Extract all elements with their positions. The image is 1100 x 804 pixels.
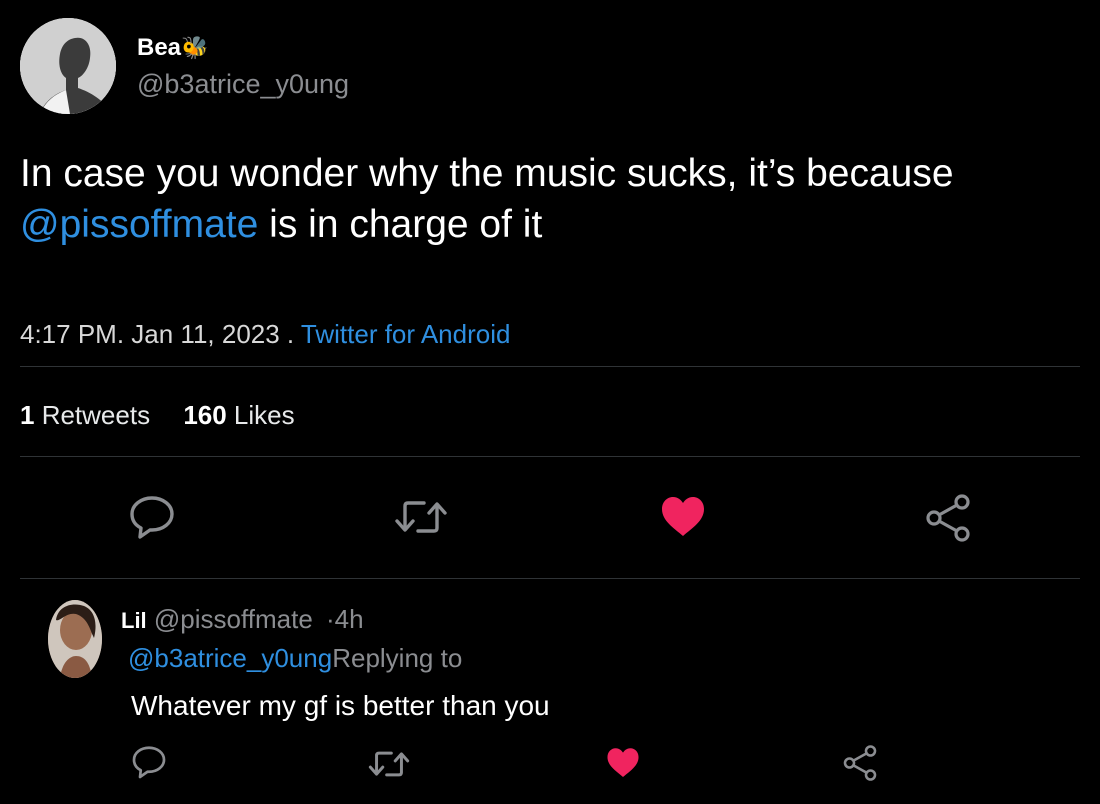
tweet-stats: 1 Retweets 160 Likes bbox=[20, 400, 295, 430]
reply-text: Whatever my gf is better than you bbox=[131, 690, 550, 721]
likes-count: 160 bbox=[183, 400, 227, 430]
author-name[interactable]: Bea bbox=[137, 34, 181, 61]
author-avatar[interactable] bbox=[20, 18, 116, 114]
tweet-text-part1: In case you wonder why the music sucks, … bbox=[20, 152, 954, 195]
heart-icon bbox=[607, 748, 639, 778]
tweet-text-part2: is in charge of it bbox=[258, 203, 543, 246]
tweet-source-link[interactable]: Twitter for Android bbox=[301, 319, 511, 349]
tweet-date[interactable]: . Jan 11, 2023 . bbox=[117, 319, 301, 349]
retweets-count: 1 bbox=[20, 400, 35, 430]
retweet-button[interactable] bbox=[394, 499, 448, 535]
divider-top bbox=[20, 366, 1080, 367]
retweets-stat[interactable]: 1 Retweets bbox=[20, 400, 150, 430]
retweet-arrows-icon bbox=[368, 751, 410, 777]
share-button[interactable] bbox=[924, 493, 972, 543]
likes-label: Likes bbox=[226, 400, 295, 430]
reply-avatar-image bbox=[48, 600, 102, 678]
like-button[interactable] bbox=[660, 496, 706, 538]
bee-emoji: 🐝 bbox=[181, 35, 209, 60]
reply-author-handle[interactable]: @pissoffmate bbox=[154, 604, 313, 634]
share-nodes-icon bbox=[843, 745, 877, 781]
divider-middle bbox=[20, 456, 1080, 457]
reply-header: Lil @pissoffmate ·4h bbox=[121, 604, 364, 636]
reply-like-button[interactable] bbox=[606, 747, 640, 779]
replying-to-handle[interactable]: @b3atrice_y0ung bbox=[128, 643, 332, 673]
retweet-arrows-icon bbox=[395, 501, 447, 533]
likes-stat[interactable]: 160 Likes bbox=[183, 400, 294, 430]
reply-button[interactable] bbox=[128, 494, 176, 540]
reply-retweet-button[interactable] bbox=[368, 750, 410, 778]
reply-author-avatar[interactable] bbox=[48, 600, 102, 678]
share-nodes-icon bbox=[926, 494, 970, 542]
divider-bottom bbox=[20, 578, 1080, 579]
speech-bubble-icon bbox=[130, 496, 174, 539]
retweets-label: Retweets bbox=[34, 400, 151, 430]
replying-to-label: Replying to bbox=[332, 643, 463, 673]
author-name-row[interactable]: Bea🐝 bbox=[137, 34, 208, 62]
reply-replying-to: @b3atrice_y0ungReplying to bbox=[128, 643, 462, 673]
reply-age: ·4h bbox=[326, 604, 364, 634]
tweet-timestamp-row: 4:17 PM. Jan 11, 2023 . Twitter for Andr… bbox=[20, 319, 510, 349]
reply-share-button[interactable] bbox=[842, 744, 878, 782]
heart-icon bbox=[662, 497, 704, 536]
reply-author-name[interactable]: Lil bbox=[121, 608, 147, 633]
tweet-mention-link[interactable]: @pissoffmate bbox=[20, 203, 258, 246]
author-avatar-image bbox=[20, 18, 116, 114]
reply-reply-button[interactable] bbox=[131, 744, 167, 780]
author-handle[interactable]: @b3atrice_y0ung bbox=[137, 68, 349, 100]
tweet-text: In case you wonder why the music sucks, … bbox=[20, 148, 1090, 250]
tweet-time[interactable]: 4:17 PM bbox=[20, 319, 117, 349]
speech-bubble-icon bbox=[132, 746, 166, 779]
